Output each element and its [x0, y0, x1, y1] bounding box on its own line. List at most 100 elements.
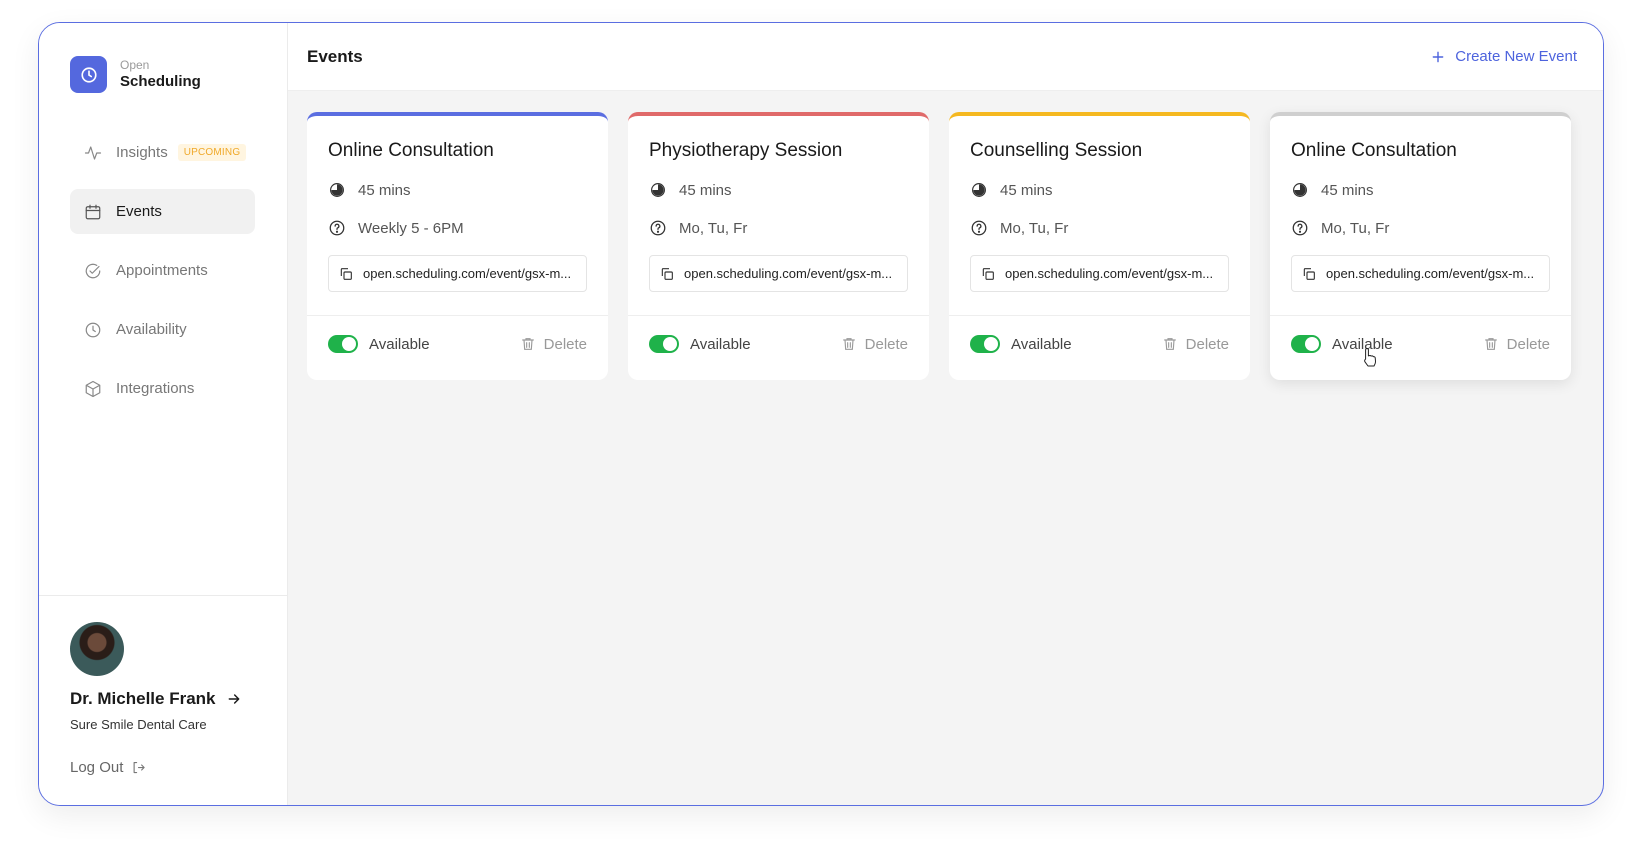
sidebar-item-insights[interactable]: Insights UPCOMING [70, 130, 255, 175]
question-circle-icon [970, 219, 988, 237]
availability-label: Available [1011, 335, 1072, 353]
copy-link-button[interactable]: open.scheduling.com/event/gsx-m... [328, 255, 587, 292]
copy-icon [659, 266, 675, 282]
calendar-icon [84, 203, 102, 221]
event-schedule-text: Mo, Tu, Fr [679, 219, 748, 237]
upcoming-badge: UPCOMING [177, 144, 247, 161]
event-duration: 45 mins [649, 181, 732, 199]
toggle-switch[interactable] [1291, 335, 1321, 353]
availability-label: Available [369, 335, 430, 353]
availability-toggle[interactable]: Available [970, 335, 1072, 353]
toggle-switch[interactable] [328, 335, 358, 353]
topbar: Events Create New Event [288, 23, 1603, 91]
event-link-text: open.scheduling.com/event/gsx-m... [363, 266, 572, 281]
question-circle-icon [1291, 219, 1309, 237]
event-cards: Online Consultation 45 mins Weekly 5 - 6… [307, 112, 1571, 380]
event-schedule: Weekly 5 - 6PM [328, 219, 464, 237]
card-footer: Available Delete [1291, 335, 1550, 353]
trash-icon [520, 336, 536, 352]
trash-icon [841, 336, 857, 352]
card-footer: Available Delete [328, 335, 587, 353]
event-schedule-text: Mo, Tu, Fr [1000, 219, 1069, 237]
availability-toggle[interactable]: Available [328, 335, 430, 353]
copy-icon [338, 266, 354, 282]
logout-button[interactable]: Log Out [70, 759, 146, 776]
pie-clock-icon [970, 181, 988, 199]
sidebar-item-label: Integrations [116, 380, 195, 397]
profile-name-link[interactable]: Dr. Michelle Frank [70, 689, 242, 709]
avatar[interactable] [70, 622, 124, 676]
brand-top-text: Open [120, 58, 150, 73]
sidebar-item-label: Availability [116, 321, 187, 338]
sidebar-item-label: Insights [116, 144, 168, 161]
logout-icon [131, 760, 146, 775]
profile-section: Dr. Michelle Frank Sure Smile Dental Car… [39, 595, 287, 805]
delete-button[interactable]: Delete [1483, 336, 1550, 353]
delete-button[interactable]: Delete [1162, 336, 1229, 353]
event-duration-text: 45 mins [358, 181, 411, 199]
app-window: Open Scheduling Insights UPCOMING Events [38, 22, 1604, 806]
event-card[interactable]: Online Consultation 45 mins Mo, Tu, Fr o… [1270, 112, 1571, 380]
toggle-switch[interactable] [970, 335, 1000, 353]
sidebar-item-events[interactable]: Events [70, 189, 255, 234]
copy-link-button[interactable]: open.scheduling.com/event/gsx-m... [649, 255, 908, 292]
sidebar-item-availability[interactable]: Availability [70, 307, 255, 352]
event-link-text: open.scheduling.com/event/gsx-m... [1326, 266, 1535, 281]
activity-icon [84, 144, 102, 162]
page-title: Events [307, 46, 363, 66]
event-schedule-text: Mo, Tu, Fr [1321, 219, 1390, 237]
event-duration-text: 45 mins [1000, 181, 1053, 199]
trash-icon [1483, 336, 1499, 352]
delete-label: Delete [1185, 335, 1229, 353]
plus-icon [1431, 50, 1445, 64]
sidebar-item-label: Appointments [116, 262, 208, 279]
delete-button[interactable]: Delete [520, 336, 587, 353]
event-duration-text: 45 mins [679, 181, 732, 199]
trash-icon [1162, 336, 1178, 352]
cube-icon [84, 380, 102, 398]
sidebar-item-integrations[interactable]: Integrations [70, 366, 255, 411]
card-footer: Available Delete [970, 335, 1229, 353]
card-divider [307, 315, 608, 316]
event-title: Physiotherapy Session [649, 140, 843, 161]
event-duration: 45 mins [970, 181, 1053, 199]
toggle-switch[interactable] [649, 335, 679, 353]
create-new-event-label: Create New Event [1455, 48, 1577, 65]
sidebar-item-appointments[interactable]: Appointments [70, 248, 255, 293]
card-divider [628, 315, 929, 316]
copy-icon [1301, 266, 1317, 282]
pie-clock-icon [328, 181, 346, 199]
event-link-text: open.scheduling.com/event/gsx-m... [684, 266, 893, 281]
event-schedule-text: Weekly 5 - 6PM [358, 219, 464, 237]
main-content: Events Create New Event Online Consultat… [288, 23, 1603, 805]
event-duration: 45 mins [1291, 181, 1374, 199]
pie-clock-icon [649, 181, 667, 199]
question-circle-icon [649, 219, 667, 237]
card-divider [1270, 315, 1571, 316]
event-card[interactable]: Counselling Session 45 mins Mo, Tu, Fr o… [949, 112, 1250, 380]
event-card[interactable]: Physiotherapy Session 45 mins Mo, Tu, Fr… [628, 112, 929, 380]
pie-clock-icon [1291, 181, 1309, 199]
delete-label: Delete [864, 335, 908, 353]
copy-link-button[interactable]: open.scheduling.com/event/gsx-m... [970, 255, 1229, 292]
event-title: Online Consultation [328, 140, 494, 161]
brand-text: Open Scheduling [120, 58, 201, 90]
brand-bottom-text: Scheduling [120, 72, 201, 90]
hand-pointer-cursor-icon [1362, 347, 1378, 372]
event-schedule: Mo, Tu, Fr [970, 219, 1068, 237]
availability-label: Available [690, 335, 751, 353]
event-card[interactable]: Online Consultation 45 mins Weekly 5 - 6… [307, 112, 608, 380]
arrow-right-icon [226, 691, 242, 707]
brand[interactable]: Open Scheduling [70, 56, 201, 93]
question-circle-icon [328, 219, 346, 237]
create-new-event-button[interactable]: Create New Event [1431, 48, 1577, 65]
sidebar-item-label: Events [116, 203, 162, 220]
delete-label: Delete [543, 335, 587, 353]
copy-link-button[interactable]: open.scheduling.com/event/gsx-m... [1291, 255, 1550, 292]
card-divider [949, 315, 1250, 316]
copy-icon [980, 266, 996, 282]
availability-toggle[interactable]: Available [649, 335, 751, 353]
delete-button[interactable]: Delete [841, 336, 908, 353]
sidebar-nav: Insights UPCOMING Events Appointments Av… [70, 130, 255, 425]
event-link-text: open.scheduling.com/event/gsx-m... [1005, 266, 1214, 281]
